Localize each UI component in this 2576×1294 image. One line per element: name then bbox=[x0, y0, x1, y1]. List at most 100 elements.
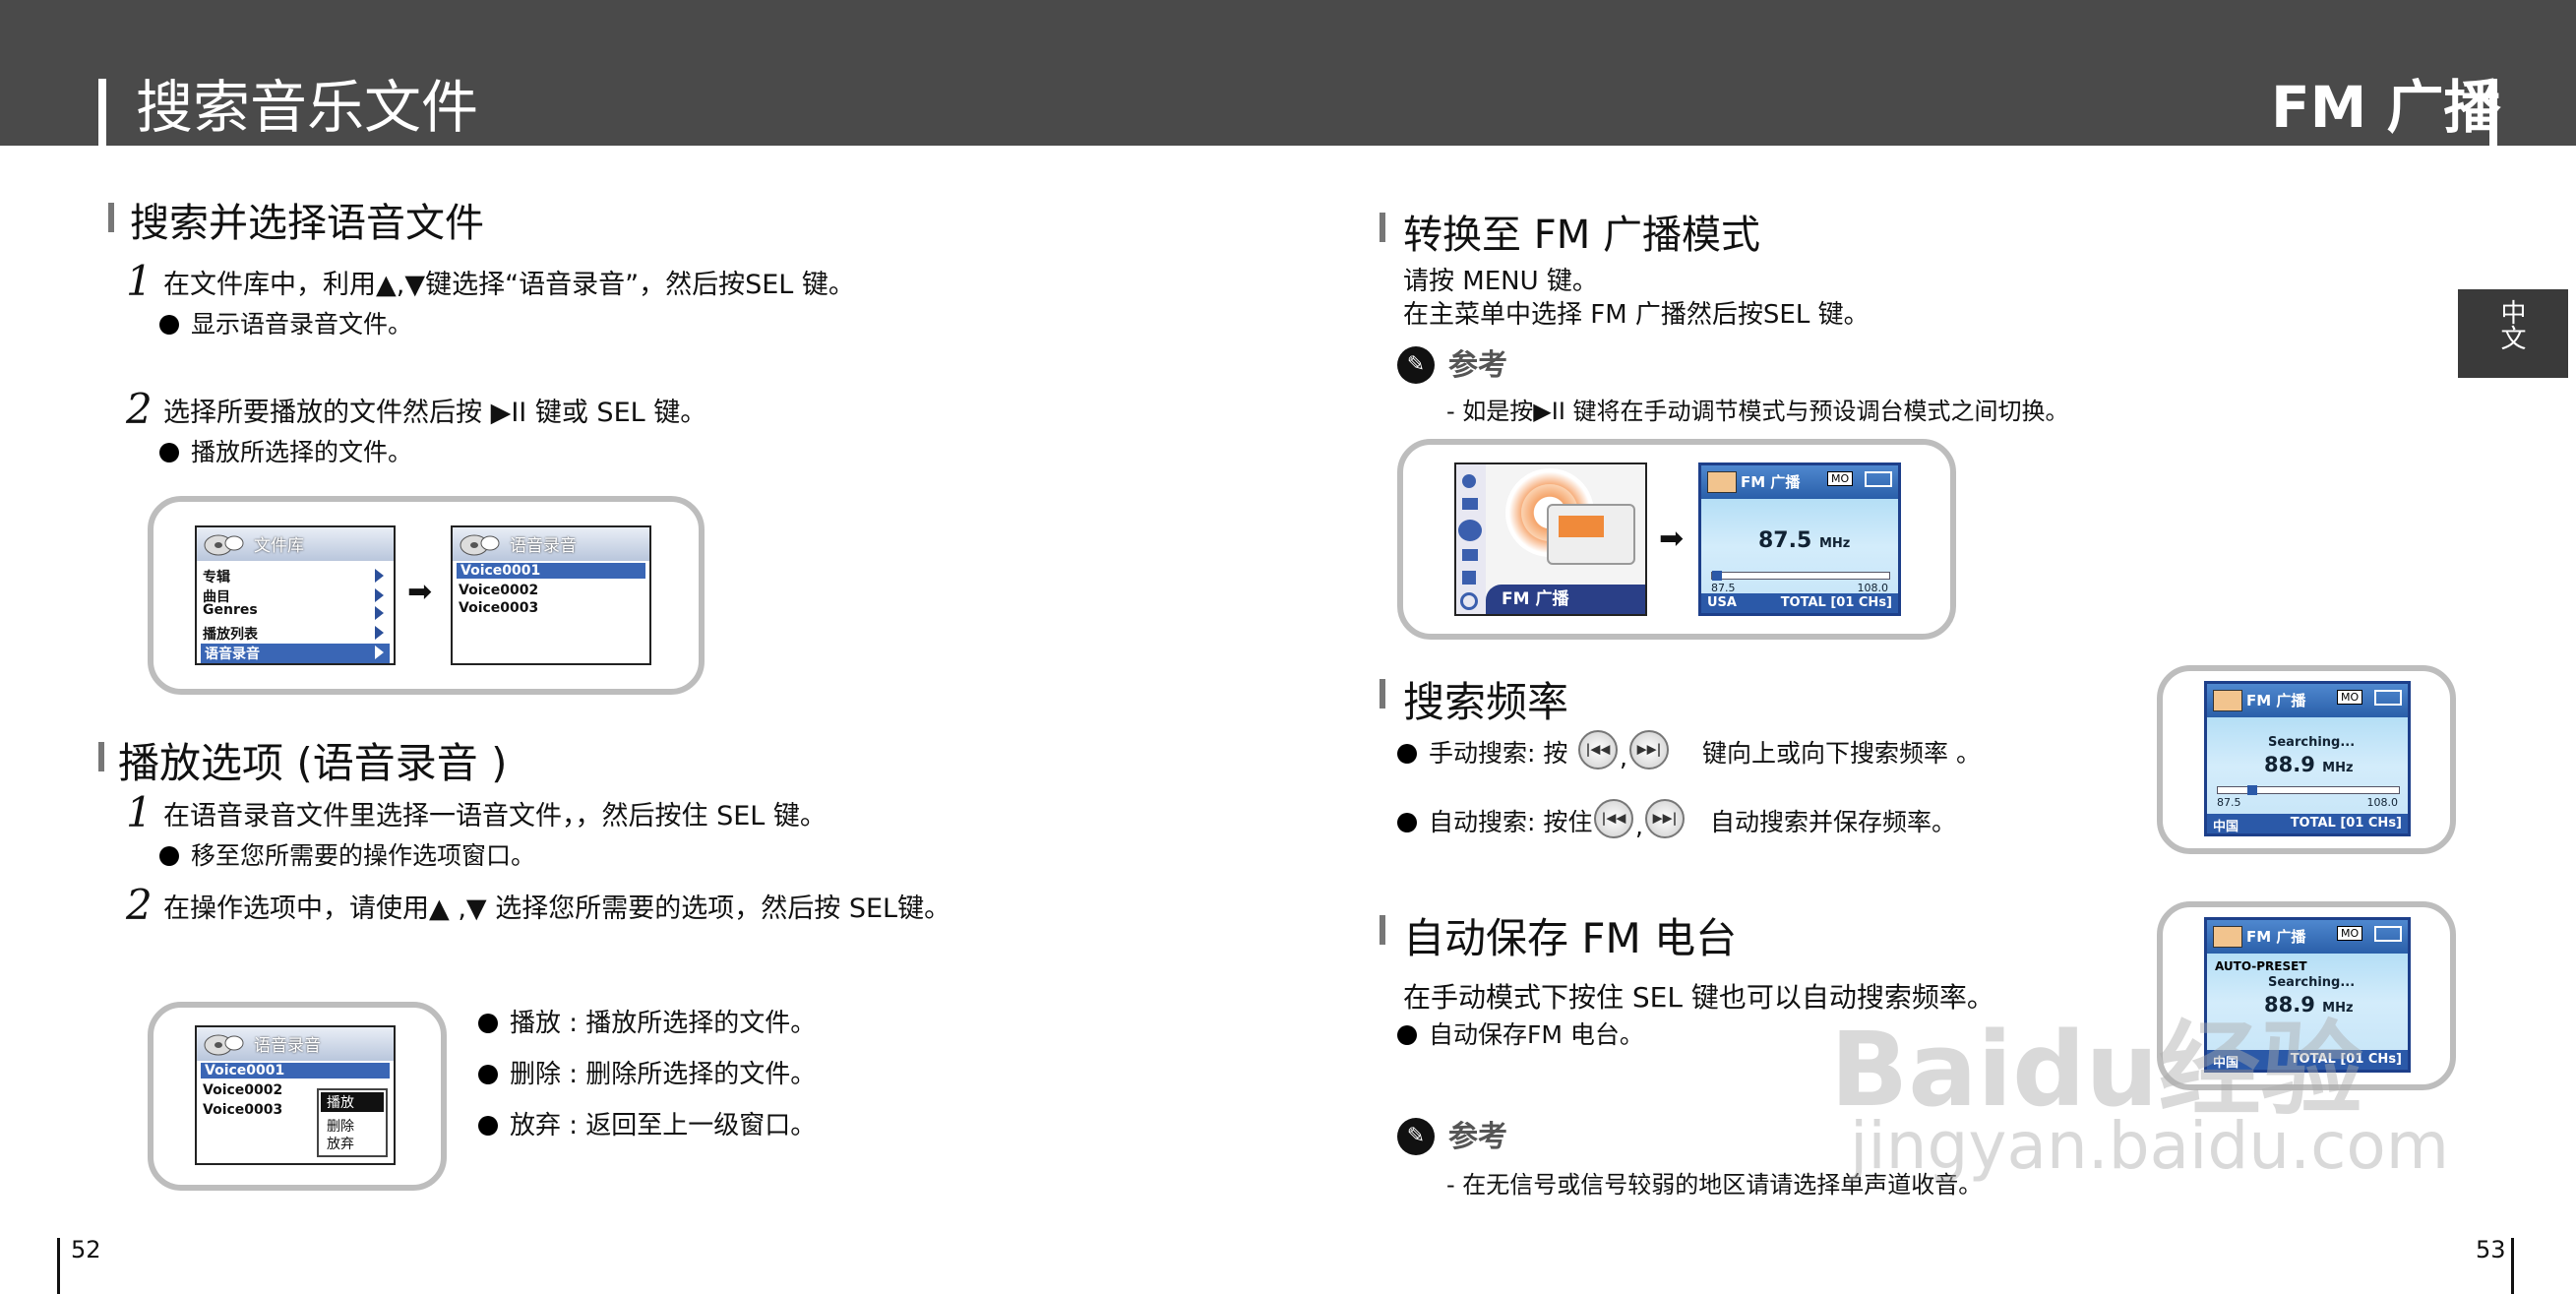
radio-menu-icon[interactable] bbox=[1458, 520, 1482, 541]
frequency-slider-thumb[interactable] bbox=[1712, 571, 1722, 581]
radio-icon bbox=[1707, 471, 1737, 493]
frequency-slider-thumb[interactable] bbox=[2247, 785, 2257, 795]
note-text: - 如是按▶II 键将在手动调节模式与预设调台模式之间切换。 bbox=[1446, 398, 2069, 425]
option-description: 放弃 : 返回至上一级窗口。 bbox=[478, 1108, 816, 1143]
header-right-accent bbox=[2489, 79, 2497, 146]
frequency-slider[interactable] bbox=[1711, 571, 1890, 581]
option-cancel[interactable]: 放弃 bbox=[327, 1134, 354, 1153]
screen-header: 语音录音 bbox=[197, 1027, 394, 1061]
photo-icon bbox=[1462, 549, 1478, 561]
separator: , bbox=[1620, 743, 1627, 771]
screen-header: 语音录音 bbox=[453, 527, 649, 561]
voice-file-item[interactable]: Voice0002 bbox=[203, 1082, 282, 1098]
previous-track-button[interactable]: |◀◀ bbox=[1578, 730, 1618, 770]
voice-file-item[interactable]: Voice0003 bbox=[459, 600, 538, 616]
menu-item-voice-recordings[interactable]: 语音录音 bbox=[201, 644, 390, 663]
radio-icon bbox=[2213, 690, 2242, 711]
frequency-min: 87.5 bbox=[2217, 796, 2241, 809]
instruction-line: 在主菜单中选择 FM 广播然后按SEL 键。 bbox=[1403, 300, 1870, 330]
mono-badge: MO bbox=[1827, 471, 1854, 486]
bullet-text: 手动搜索: 按 bbox=[1429, 739, 1568, 768]
search-auto-line: 自动搜索: 按住 bbox=[1397, 805, 1592, 840]
bullet-text: 自动保存FM 电台。 bbox=[1429, 1020, 1644, 1049]
section-marker bbox=[108, 203, 114, 232]
language-tab[interactable]: 中文 bbox=[2458, 289, 2568, 378]
radio-icon bbox=[2213, 926, 2242, 948]
section-title-auto-save: 自动保存 FM 电台 bbox=[1403, 914, 1738, 962]
menu-item-playlist[interactable]: 播放列表 bbox=[203, 624, 258, 644]
section-marker bbox=[98, 742, 104, 771]
channel-total: TOTAL [01 CHs] bbox=[1780, 595, 1892, 610]
fm-menu-label[interactable]: FM 广播 bbox=[1486, 585, 1645, 614]
fm-screen-footer: USA TOTAL [01 CHs] bbox=[1701, 593, 1898, 613]
menu-item-album[interactable]: 专辑 bbox=[203, 567, 230, 586]
step-bullet: 显示语音录音文件。 bbox=[159, 307, 412, 342]
region-label: USA bbox=[1707, 595, 1737, 610]
voice-file-item[interactable]: Voice0002 bbox=[459, 583, 538, 598]
pencil-note-icon: ✎ bbox=[1397, 1118, 1435, 1155]
note-label: 参考 bbox=[1448, 1120, 1507, 1154]
fm-screen-header: FM 广播 MO bbox=[2207, 920, 2408, 954]
menu-icon-column bbox=[1456, 464, 1486, 614]
bullet-dot bbox=[478, 1014, 498, 1033]
page-number-left: 52 bbox=[71, 1236, 101, 1263]
bullet-text: 键向上或向下搜索频率 。 bbox=[1702, 739, 1981, 768]
channel-total: TOTAL [01 CHs] bbox=[2290, 816, 2402, 831]
screen-header: 文件库 bbox=[197, 527, 394, 561]
device-screen-library: 文件库 专辑 曲目 Genres 播放列表 语音录音 bbox=[195, 525, 396, 665]
next-track-icon: ▶▶| bbox=[1636, 742, 1662, 758]
next-track-button[interactable]: ▶▶| bbox=[1645, 799, 1685, 838]
step-number: 2 bbox=[126, 385, 153, 433]
option-description: 播放 : 播放所选择的文件。 bbox=[478, 1006, 816, 1041]
frequency-slider[interactable] bbox=[2217, 785, 2400, 795]
previous-track-icon: |◀◀ bbox=[1585, 742, 1611, 758]
arrow-right-icon: ➡ bbox=[1659, 522, 1685, 556]
menu-item-genres[interactable]: Genres bbox=[203, 602, 258, 618]
fm-screen-header: FM 广播 MO bbox=[1701, 465, 1898, 499]
frequency-value: 87.5 bbox=[1758, 528, 1812, 553]
section-title-search-voice: 搜索并选择语音文件 bbox=[130, 201, 484, 246]
device-screen-voice-list: 语音录音 Voice0001 Voice0002 Voice0003 bbox=[451, 525, 651, 665]
header-left-accent bbox=[98, 79, 106, 146]
instruction-line: 请按 MENU 键。 bbox=[1403, 267, 1598, 296]
bullet-dot bbox=[1397, 1025, 1417, 1045]
fm-radio-screen: FM 广播 MO 87.5 MHz 87.5 108.0 USA TOTAL [… bbox=[1698, 462, 1901, 616]
device-screen-options: 语音录音 Voice0001 Voice0002 Voice0003 播放 删除… bbox=[195, 1025, 396, 1165]
page-number-marker bbox=[2511, 1238, 2514, 1294]
chevron-right-icon bbox=[375, 606, 384, 620]
watermark-url: jingyan.baidu.com bbox=[1850, 1108, 2450, 1184]
voice-file-item[interactable]: Voice0001 bbox=[457, 563, 645, 579]
option-play[interactable]: 播放 bbox=[321, 1092, 384, 1112]
bullet-text: 移至您所需要的操作选项窗口。 bbox=[191, 841, 536, 870]
screen-header-label: 语音录音 bbox=[254, 1036, 321, 1056]
search-manual-line: 手动搜索: 按 bbox=[1397, 736, 1567, 771]
option-delete[interactable]: 删除 bbox=[327, 1116, 354, 1136]
frequency-unit: MHz bbox=[2322, 761, 2354, 775]
bullet-text: 播放所选择的文件。 bbox=[191, 438, 413, 466]
cd-icon bbox=[460, 534, 500, 556]
bullet-text: 自动搜索: 按住 bbox=[1429, 808, 1593, 836]
screen-header-label: 语音录音 bbox=[510, 536, 577, 556]
previous-track-button[interactable]: |◀◀ bbox=[1594, 799, 1633, 838]
chevron-right-icon bbox=[375, 646, 384, 659]
voice-file-item[interactable]: Voice0003 bbox=[203, 1102, 282, 1118]
mono-badge: MO bbox=[2337, 690, 2363, 705]
bullet-text: 删除 : 删除所选择的文件。 bbox=[510, 1060, 817, 1089]
arrow-right-icon: ➡ bbox=[407, 575, 433, 609]
section-marker bbox=[1380, 915, 1385, 945]
fm-frequency: 87.5 MHz bbox=[1758, 528, 1850, 553]
disc-icon bbox=[1462, 474, 1476, 488]
cd-icon bbox=[204, 534, 244, 556]
page-title-right: FM 广播 bbox=[2271, 74, 2501, 141]
page-number-marker bbox=[57, 1238, 60, 1294]
note-label: 参考 bbox=[1448, 348, 1507, 383]
chevron-right-icon bbox=[375, 569, 384, 583]
frequency-max: 108.0 bbox=[2366, 796, 2399, 809]
device-screen-main-menu: FM 广播 bbox=[1454, 462, 1647, 616]
chevron-right-icon bbox=[375, 626, 384, 640]
voice-file-item[interactable]: Voice0001 bbox=[201, 1063, 390, 1078]
search-status: Searching... bbox=[2268, 735, 2356, 750]
bullet-text: 自动搜索并保存频率。 bbox=[1710, 808, 1957, 836]
auto-preset-label: AUTO-PRESET bbox=[2215, 959, 2307, 973]
next-track-button[interactable]: ▶▶| bbox=[1629, 730, 1669, 770]
